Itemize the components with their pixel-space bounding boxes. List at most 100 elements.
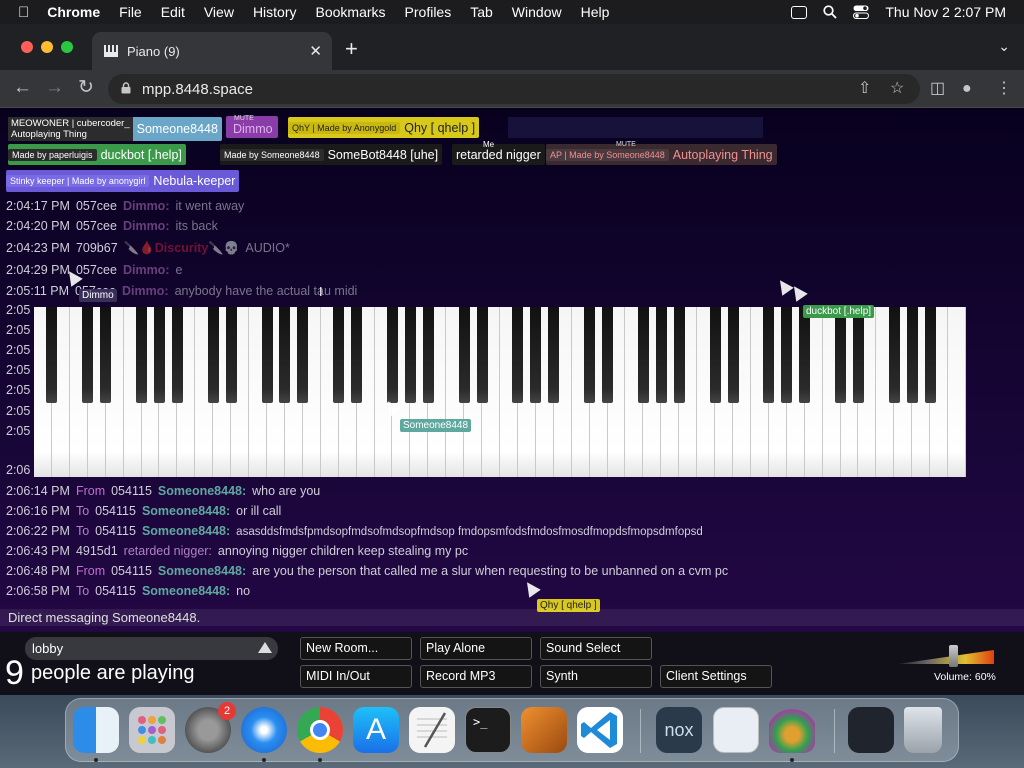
- black-key[interactable]: [584, 307, 596, 403]
- room-selector[interactable]: lobby: [25, 637, 278, 660]
- participant-self[interactable]: Me retarded nigger: [452, 140, 545, 165]
- safari-icon[interactable]: [241, 707, 287, 753]
- participant-qhy[interactable]: QhY | Made by Anonygold Qhy [ qhelp ]: [288, 117, 480, 138]
- black-key[interactable]: [333, 307, 345, 403]
- bookmark-star-icon[interactable]: ☆: [890, 80, 904, 98]
- new-room-button[interactable]: New Room...: [300, 637, 412, 660]
- back-arrow-icon[interactable]: ←: [13, 78, 32, 98]
- black-key[interactable]: [46, 307, 58, 403]
- black-key[interactable]: [781, 307, 793, 403]
- nox-icon[interactable]: nox: [656, 707, 702, 753]
- new-tab-icon[interactable]: +: [345, 38, 358, 60]
- black-key[interactable]: [548, 307, 560, 403]
- black-key[interactable]: [852, 307, 864, 403]
- control-center-icon[interactable]: [853, 5, 870, 19]
- black-key[interactable]: [351, 307, 363, 403]
- participant-somebot8448[interactable]: Made by Someone8448 SomeBot8448 [uhe]: [220, 144, 443, 165]
- record-mp3-button[interactable]: Record MP3: [420, 665, 532, 688]
- screen-mirroring-icon[interactable]: [791, 5, 808, 19]
- black-key[interactable]: [82, 307, 94, 403]
- tab-piano[interactable]: Piano (9) ✕: [92, 32, 332, 70]
- black-key[interactable]: [100, 307, 112, 403]
- close-window-button[interactable]: [21, 41, 33, 53]
- chat-input-status[interactable]: Direct messaging Someone8448.: [0, 609, 1024, 626]
- black-key[interactable]: [835, 307, 847, 403]
- menu-tab[interactable]: Tab: [470, 4, 493, 20]
- black-key[interactable]: [906, 307, 918, 403]
- menu-profiles[interactable]: Profiles: [405, 4, 452, 20]
- synth-button[interactable]: Synth: [540, 665, 652, 688]
- preview-icon[interactable]: [713, 707, 759, 753]
- volume-slider[interactable]: Volume: 60%: [896, 635, 996, 690]
- black-key[interactable]: [458, 307, 470, 403]
- reload-icon[interactable]: ↻: [78, 78, 94, 98]
- launchpad-icon[interactable]: [129, 707, 175, 753]
- terminal-icon[interactable]: >_: [465, 707, 511, 753]
- vscode-icon[interactable]: [577, 707, 623, 753]
- chrome-icon[interactable]: [297, 707, 343, 753]
- black-key[interactable]: [404, 307, 416, 403]
- black-key[interactable]: [207, 307, 219, 403]
- menu-window[interactable]: Window: [512, 4, 562, 20]
- menu-file[interactable]: File: [119, 4, 142, 20]
- app-store-icon[interactable]: A: [353, 707, 399, 753]
- menu-view[interactable]: View: [204, 4, 234, 20]
- black-key[interactable]: [763, 307, 775, 403]
- white-key[interactable]: [948, 307, 966, 477]
- garageband-icon[interactable]: [521, 707, 567, 753]
- spotlight-search-icon[interactable]: [823, 5, 838, 19]
- room-expand-arrow-icon[interactable]: [258, 642, 272, 653]
- black-key[interactable]: [673, 307, 685, 403]
- participant-autoplaying-thing[interactable]: MUTE AP | Made by Someone8448 Autoplayin…: [546, 141, 777, 165]
- midi-in-out-button[interactable]: MIDI In/Out: [300, 665, 412, 688]
- black-key[interactable]: [422, 307, 434, 403]
- black-key[interactable]: [171, 307, 183, 403]
- black-key[interactable]: [153, 307, 165, 403]
- system-settings-icon[interactable]: 2: [185, 702, 236, 753]
- menu-bookmarks[interactable]: Bookmarks: [316, 4, 386, 20]
- black-key[interactable]: [655, 307, 667, 403]
- more-menu-icon[interactable]: ⋮: [996, 80, 1012, 98]
- black-key[interactable]: [297, 307, 309, 403]
- zoom-window-button[interactable]: [61, 41, 73, 53]
- menu-clock[interactable]: Thu Nov 2 2:07 PM: [885, 4, 1006, 20]
- trash-icon[interactable]: [904, 707, 942, 753]
- black-key[interactable]: [799, 307, 811, 403]
- menu-app-name[interactable]: Chrome: [47, 4, 100, 20]
- black-key[interactable]: [279, 307, 291, 403]
- apple-icon[interactable]: : [18, 4, 29, 21]
- desktop-folder-icon[interactable]: [848, 707, 894, 753]
- address-bar[interactable]: mpp.8448.space: [108, 74, 920, 104]
- minimize-window-button[interactable]: [41, 41, 53, 53]
- black-key[interactable]: [924, 307, 936, 403]
- black-key[interactable]: [637, 307, 649, 403]
- play-alone-button[interactable]: Play Alone: [420, 637, 532, 660]
- textedit-icon[interactable]: [409, 707, 455, 753]
- tab-close-icon[interactable]: ✕: [309, 42, 322, 60]
- menu-edit[interactable]: Edit: [161, 4, 185, 20]
- black-key[interactable]: [261, 307, 273, 403]
- volume-track[interactable]: [898, 650, 994, 664]
- participant-dimmo[interactable]: MUTE Dimmo: [226, 115, 278, 138]
- tab-search-chevron-icon[interactable]: ⌄: [998, 38, 1010, 55]
- black-key[interactable]: [512, 307, 524, 403]
- black-key[interactable]: [225, 307, 237, 403]
- participant-duckbot[interactable]: Made by paperluigis duckbot [.help]: [8, 144, 186, 165]
- black-key[interactable]: [727, 307, 739, 403]
- black-key[interactable]: [136, 307, 148, 403]
- client-settings-button[interactable]: Client Settings: [660, 665, 772, 688]
- black-key[interactable]: [476, 307, 488, 403]
- black-key[interactable]: [602, 307, 614, 403]
- black-key[interactable]: [386, 307, 398, 403]
- forward-arrow-icon[interactable]: →: [45, 78, 64, 98]
- menu-history[interactable]: History: [253, 4, 297, 20]
- black-key[interactable]: [709, 307, 721, 403]
- participant-someone8448[interactable]: MEOWONER | cubercoder_ Autoplaying Thing…: [8, 117, 222, 141]
- share-icon[interactable]: ⇧: [858, 80, 871, 98]
- simulator-icon[interactable]: [769, 707, 815, 753]
- participant-nebula-keeper[interactable]: Stinky keeper | Made by anonygirl Nebula…: [6, 170, 240, 192]
- volume-knob[interactable]: [949, 645, 959, 667]
- lock-icon[interactable]: [121, 82, 131, 94]
- finder-icon[interactable]: [73, 707, 119, 753]
- sound-select-button[interactable]: Sound Select: [540, 637, 652, 660]
